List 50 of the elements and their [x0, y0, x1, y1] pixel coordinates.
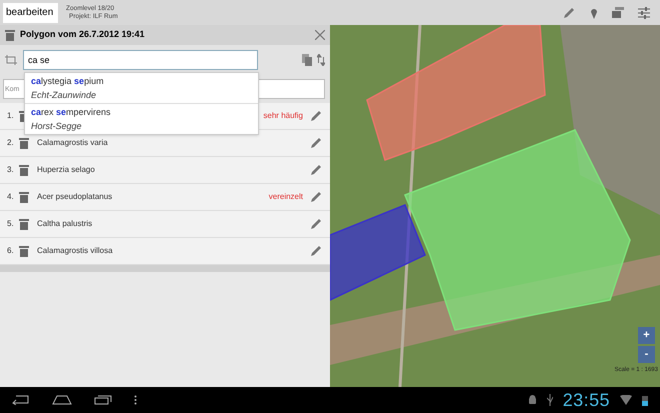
species-name: Caltha palustris: [37, 218, 92, 230]
species-name: Calamagrostis villosa: [37, 245, 113, 257]
polygon-title: Polygon vom 26.7.2012 19:41: [20, 28, 145, 42]
android-icon: [528, 394, 537, 406]
trash-icon[interactable]: [19, 218, 29, 230]
abundance-label: sehr häufig: [263, 110, 303, 122]
pencil-icon[interactable]: [309, 136, 323, 150]
zoom-in-button[interactable]: +: [638, 327, 655, 344]
menu-icon[interactable]: [134, 395, 137, 405]
delete-polygon-icon[interactable]: [5, 29, 15, 41]
trash-icon[interactable]: [19, 164, 29, 176]
field-polygon[interactable]: [366, 25, 546, 161]
species-name: Acer pseudoplatanus: [37, 191, 112, 203]
suggestion-item[interactable]: carex sempervirens Horst-Segge: [25, 103, 258, 134]
clock-time: 23:55: [562, 391, 610, 409]
pencil-icon[interactable]: [309, 109, 323, 123]
trash-icon[interactable]: [19, 137, 29, 149]
wifi-icon: [620, 395, 632, 405]
crop-icon[interactable]: [5, 55, 18, 65]
sort-arrows-icon[interactable]: [317, 54, 325, 66]
pencil-icon[interactable]: [309, 163, 323, 177]
layers-icon[interactable]: [612, 7, 624, 18]
battery-icon: [642, 394, 648, 406]
usb-icon: [546, 394, 553, 406]
pencil-icon[interactable]: [309, 244, 323, 258]
mode-dropdown[interactable]: bearbeiten: [3, 2, 58, 22]
pencil-icon[interactable]: [309, 217, 323, 231]
location-pin-icon[interactable]: [590, 6, 598, 18]
trash-icon[interactable]: [19, 245, 29, 257]
home-icon[interactable]: [52, 395, 72, 405]
zoom-out-button[interactable]: -: [638, 346, 655, 363]
row-number: 2.: [7, 137, 15, 149]
sliders-icon[interactable]: [638, 6, 650, 18]
copy-icon[interactable]: [302, 54, 312, 66]
species-search-field[interactable]: ca se: [23, 50, 258, 70]
row-number: 4.: [7, 191, 15, 203]
back-icon[interactable]: [12, 395, 30, 405]
row-number: 6.: [7, 245, 15, 257]
close-icon[interactable]: [315, 30, 325, 40]
species-name: Calamagrostis varia: [37, 137, 108, 149]
trash-icon[interactable]: [19, 191, 29, 203]
row-number: 1.: [7, 110, 15, 122]
suggestion-item[interactable]: calystegia sepium Echt-Zaunwinde: [25, 73, 258, 103]
abundance-label: vereinzelt: [268, 191, 303, 203]
species-name: Huperzia selago: [37, 164, 95, 176]
row-number: 3.: [7, 164, 15, 176]
recent-apps-icon[interactable]: [94, 395, 112, 405]
edit-pencil-icon[interactable]: [562, 6, 576, 20]
row-number: 5.: [7, 218, 15, 230]
pencil-icon[interactable]: [309, 190, 323, 204]
